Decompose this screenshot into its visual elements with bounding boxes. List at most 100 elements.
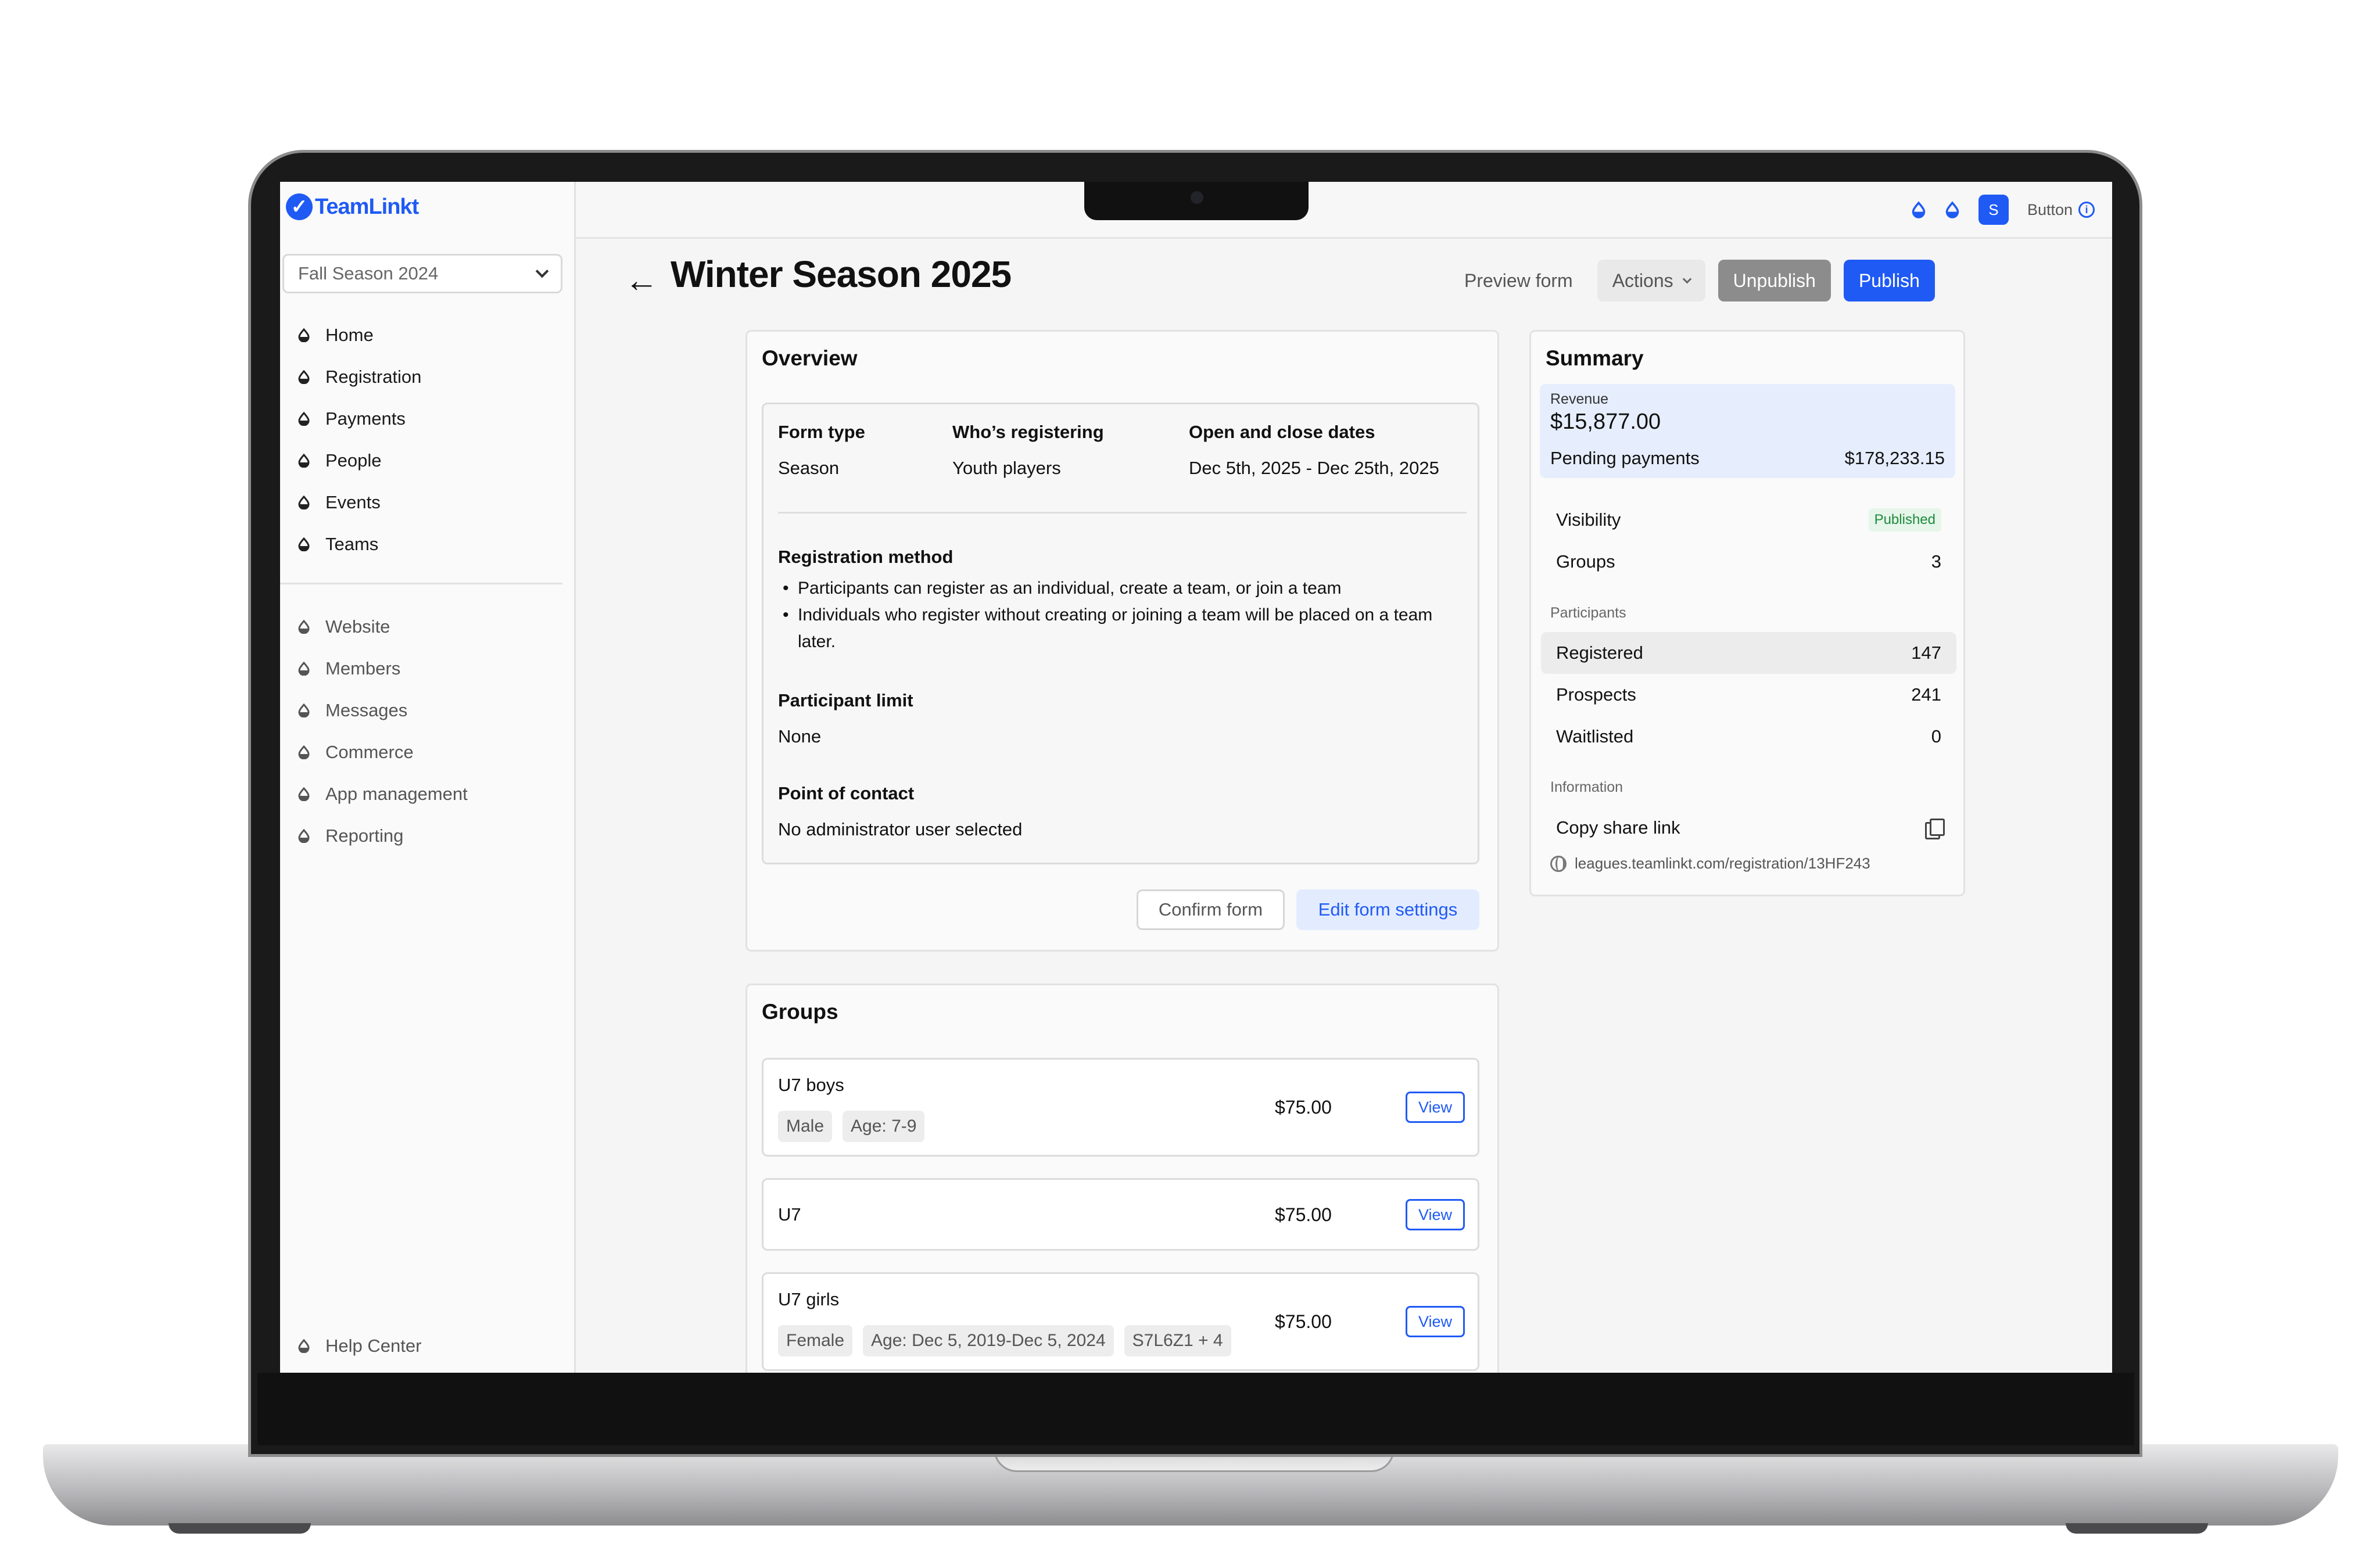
group-price: $75.00 [1275,1204,1332,1225]
drop-icon [298,496,310,509]
overview-details: Form type Season Who’s registering Youth… [762,403,1479,864]
app-screen: ✓ TeamLinkt Fall Season 2024 Home Regist… [280,182,2112,1373]
registered-value: 147 [1911,643,1941,663]
sidebar-item-reporting[interactable]: Reporting [280,815,576,857]
laptop-foot-left [169,1523,311,1534]
preview-form-button[interactable]: Preview form [1453,260,1585,301]
sidebar-item-label: Payments [325,408,406,429]
laptop-foot-right [2066,1523,2208,1534]
revenue-value: $15,877.00 [1550,410,1661,434]
unpublish-button[interactable]: Unpublish [1718,260,1831,301]
sidebar: ✓ TeamLinkt Fall Season 2024 Home Regist… [280,182,576,1373]
brand-logo[interactable]: ✓ TeamLinkt [286,193,419,220]
registration-method-list: Participants can register as an individu… [778,575,1469,655]
drop-icon [298,620,310,634]
group-price: $75.00 [1275,1311,1332,1332]
participants-section-label: Participants [1550,605,1626,621]
visibility-row: Visibility Published [1541,499,1956,541]
groups-count-value: 3 [1931,551,1941,572]
copy-share-link-row[interactable]: Copy share link [1541,807,1956,849]
primary-nav: Home Registration Payments People Events… [280,314,576,565]
actions-dropdown[interactable]: Actions [1597,260,1705,301]
copy-share-link-label: Copy share link [1556,817,1680,838]
drop-icon [298,662,310,676]
sidebar-item-label: Messages [325,700,408,720]
sidebar-item-events[interactable]: Events [280,482,576,523]
prospects-row[interactable]: Prospects 241 [1541,674,1956,716]
groups-count-row: Groups 3 [1541,541,1956,583]
group-row[interactable]: U7 boys Male Age: 7-9 $75.00 View [762,1058,1479,1157]
drop-icon[interactable] [1945,201,1960,218]
who-registering-value: Youth players [952,458,1061,478]
revenue-panel: Revenue $15,877.00 Pending payments $178… [1540,384,1955,478]
group-name: U7 boys [778,1075,844,1095]
waitlisted-label: Waitlisted [1556,726,1634,746]
edit-form-settings-button[interactable]: Edit form settings [1296,889,1479,930]
drop-icon[interactable] [1911,201,1926,218]
pending-payments-value: $178,233.15 [1844,448,1945,468]
group-tag: Male [778,1111,833,1142]
season-select[interactable]: Fall Season 2024 [282,254,562,293]
publish-button[interactable]: Publish [1843,260,1935,301]
visibility-label: Visibility [1556,509,1621,530]
sidebar-item-label: Members [325,658,401,679]
sidebar-item-label: Commerce [325,742,414,762]
topbar-button[interactable]: Button i [2027,201,2095,219]
laptop-chin [257,1373,2134,1445]
point-of-contact-value: No administrator user selected [778,819,1023,839]
sidebar-item-home[interactable]: Home [280,314,576,356]
group-price: $75.00 [1275,1097,1332,1118]
view-group-button[interactable]: View [1406,1306,1465,1337]
information-section-label: Information [1550,779,1623,795]
drop-icon [298,537,310,551]
drop-icon [298,454,310,468]
group-row[interactable]: U7 $75.00 View [762,1178,1479,1251]
waitlisted-row[interactable]: Waitlisted 0 [1541,716,1956,758]
sidebar-item-label: Registration [325,367,422,387]
group-name: U7 girls [778,1289,840,1309]
drop-icon [298,703,310,717]
sidebar-item-messages[interactable]: Messages [280,690,576,731]
back-arrow-icon[interactable]: ← [625,262,658,299]
confirm-form-button[interactable]: Confirm form [1137,889,1285,930]
sidebar-item-website[interactable]: Website [280,606,576,648]
actions-dropdown-label: Actions [1612,270,1673,291]
copy-icon[interactable] [1925,819,1945,839]
sidebar-item-label: Reporting [325,825,404,846]
share-url-text: leagues.teamlinkt.com/registration/13HF2… [1575,855,1870,872]
sidebar-item-people[interactable]: People [280,440,576,482]
sidebar-item-label: Website [325,616,390,637]
group-name: U7 [778,1204,801,1225]
sidebar-item-registration[interactable]: Registration [280,356,576,398]
drop-icon [298,829,310,843]
header-actions: Preview form Actions Unpublish Publish [1453,260,1935,301]
sidebar-item-app-management[interactable]: App management [280,773,576,815]
drop-icon [298,1339,310,1353]
list-item: Individuals who register without creatin… [778,602,1469,655]
sidebar-item-payments[interactable]: Payments [280,398,576,440]
registered-row[interactable]: Registered 147 [1541,632,1956,674]
sidebar-item-teams[interactable]: Teams [280,523,576,565]
summary-card: Summary Revenue $15,877.00 Pending payme… [1529,330,1965,896]
secondary-nav: Website Members Messages Commerce App ma… [280,606,576,857]
summary-title: Summary [1546,346,1644,370]
camera-dot [1191,191,1203,204]
avatar[interactable]: S [1978,195,2009,225]
sidebar-item-help-center[interactable]: Help Center [280,1325,576,1367]
dates-label: Open and close dates [1189,422,1375,442]
view-group-button[interactable]: View [1406,1092,1465,1123]
top-bar: S Button i [576,182,2112,239]
share-url[interactable]: leagues.teamlinkt.com/registration/13HF2… [1550,855,1870,873]
registration-method-label: Registration method [778,547,954,567]
sidebar-item-label: People [325,450,382,471]
topbar-button-label: Button [2027,200,2073,218]
sidebar-item-commerce[interactable]: Commerce [280,731,576,773]
drop-icon [298,328,310,342]
group-row[interactable]: U7 girls Female Age: Dec 5, 2019-Dec 5, … [762,1272,1479,1371]
check-logo-icon: ✓ [286,193,313,220]
sidebar-item-members[interactable]: Members [280,648,576,690]
drop-icon [298,745,310,759]
season-select-value: Fall Season 2024 [298,263,439,283]
view-group-button[interactable]: View [1406,1199,1465,1230]
details-divider [778,512,1467,514]
